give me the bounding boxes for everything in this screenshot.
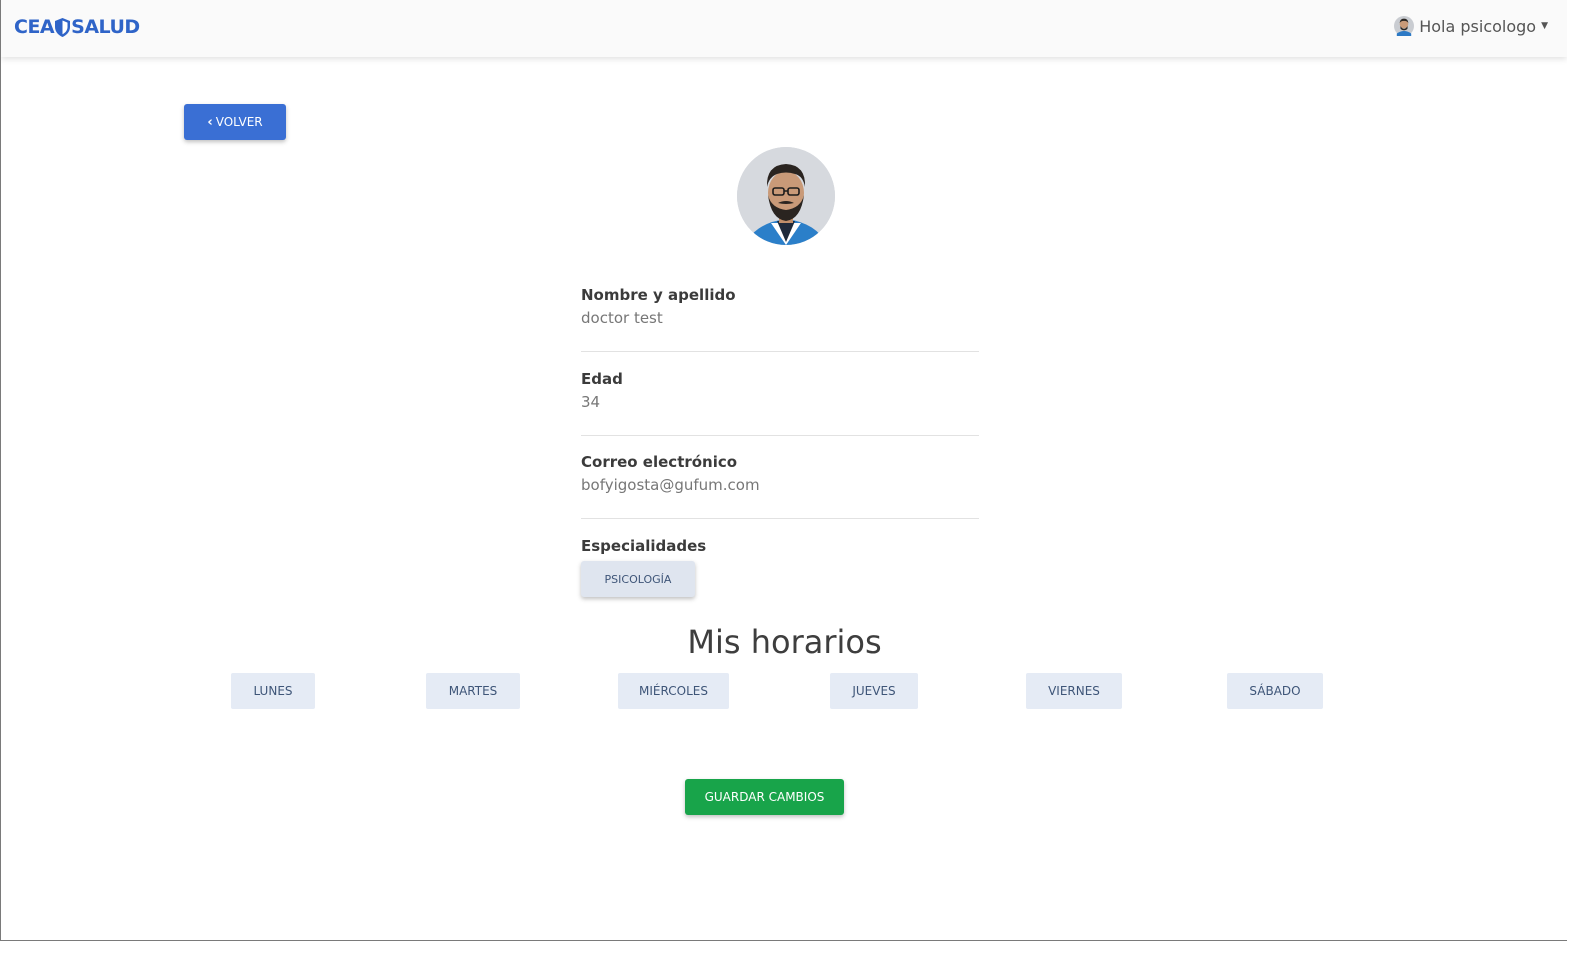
brand-text-right: SALUD [71, 16, 140, 38]
brand-text-left: CEA [14, 16, 55, 38]
day-button-jueves[interactable]: JUEVES [830, 673, 918, 709]
field-label: Edad [581, 370, 623, 388]
day-label: MARTES [448, 684, 498, 698]
save-button-label: GUARDAR CAMBIOS [704, 790, 825, 804]
day-button-miercoles[interactable]: MIÉRCOLES [618, 673, 729, 709]
day-label: LUNES [253, 684, 293, 698]
field-label: Correo electrónico [581, 453, 738, 471]
field-value: doctor test [581, 309, 663, 327]
profile-photo [737, 147, 835, 245]
specialty-chip-label: PSICOLOGÍA [604, 572, 672, 586]
divider [581, 351, 979, 352]
back-button-label: VOLVER [215, 115, 263, 129]
caret-down-icon: ▼ [1541, 21, 1548, 31]
divider [581, 435, 979, 436]
back-button[interactable]: ‹ VOLVER [184, 104, 286, 140]
save-changes-button[interactable]: GUARDAR CAMBIOS [685, 779, 844, 815]
field-label: Nombre y apellido [581, 286, 736, 304]
day-label: VIERNES [1048, 684, 1100, 698]
day-button-martes[interactable]: MARTES [426, 673, 520, 709]
divider [581, 518, 979, 519]
day-label: MIÉRCOLES [639, 684, 708, 698]
day-label: SÁBADO [1249, 684, 1301, 698]
brand-logo[interactable]: CEA SALUD [14, 16, 140, 38]
field-email: Correo electrónico bofyigosta@gufum.com [581, 453, 979, 494]
profile-avatar [737, 147, 835, 245]
field-age: Edad 34 [581, 370, 979, 411]
app-frame: CEA SALUD Hola psicologo ▼ ‹ VOLVER Nomb… [0, 0, 1567, 941]
day-button-sabado[interactable]: SÁBADO [1227, 673, 1323, 709]
shield-icon [55, 17, 71, 37]
field-full-name: Nombre y apellido doctor test [581, 286, 979, 327]
schedule-heading: Mis horarios [687, 623, 882, 661]
field-specialties: Especialidades [581, 537, 979, 555]
chevron-left-icon: ‹ [207, 114, 213, 130]
field-value: bofyigosta@gufum.com [581, 476, 760, 494]
user-menu-dropdown[interactable]: Hola psicologo ▼ [1394, 16, 1548, 36]
day-label: JUEVES [852, 684, 896, 698]
day-button-viernes[interactable]: VIERNES [1026, 673, 1122, 709]
day-button-lunes[interactable]: LUNES [231, 673, 315, 709]
user-avatar-icon [1394, 16, 1415, 36]
user-greeting: Hola psicologo [1419, 16, 1537, 36]
navbar: CEA SALUD Hola psicologo ▼ [1, 0, 1567, 57]
specialty-chip-psicologia[interactable]: PSICOLOGÍA [581, 561, 695, 597]
field-value: 34 [581, 393, 601, 411]
field-label: Especialidades [581, 537, 707, 555]
